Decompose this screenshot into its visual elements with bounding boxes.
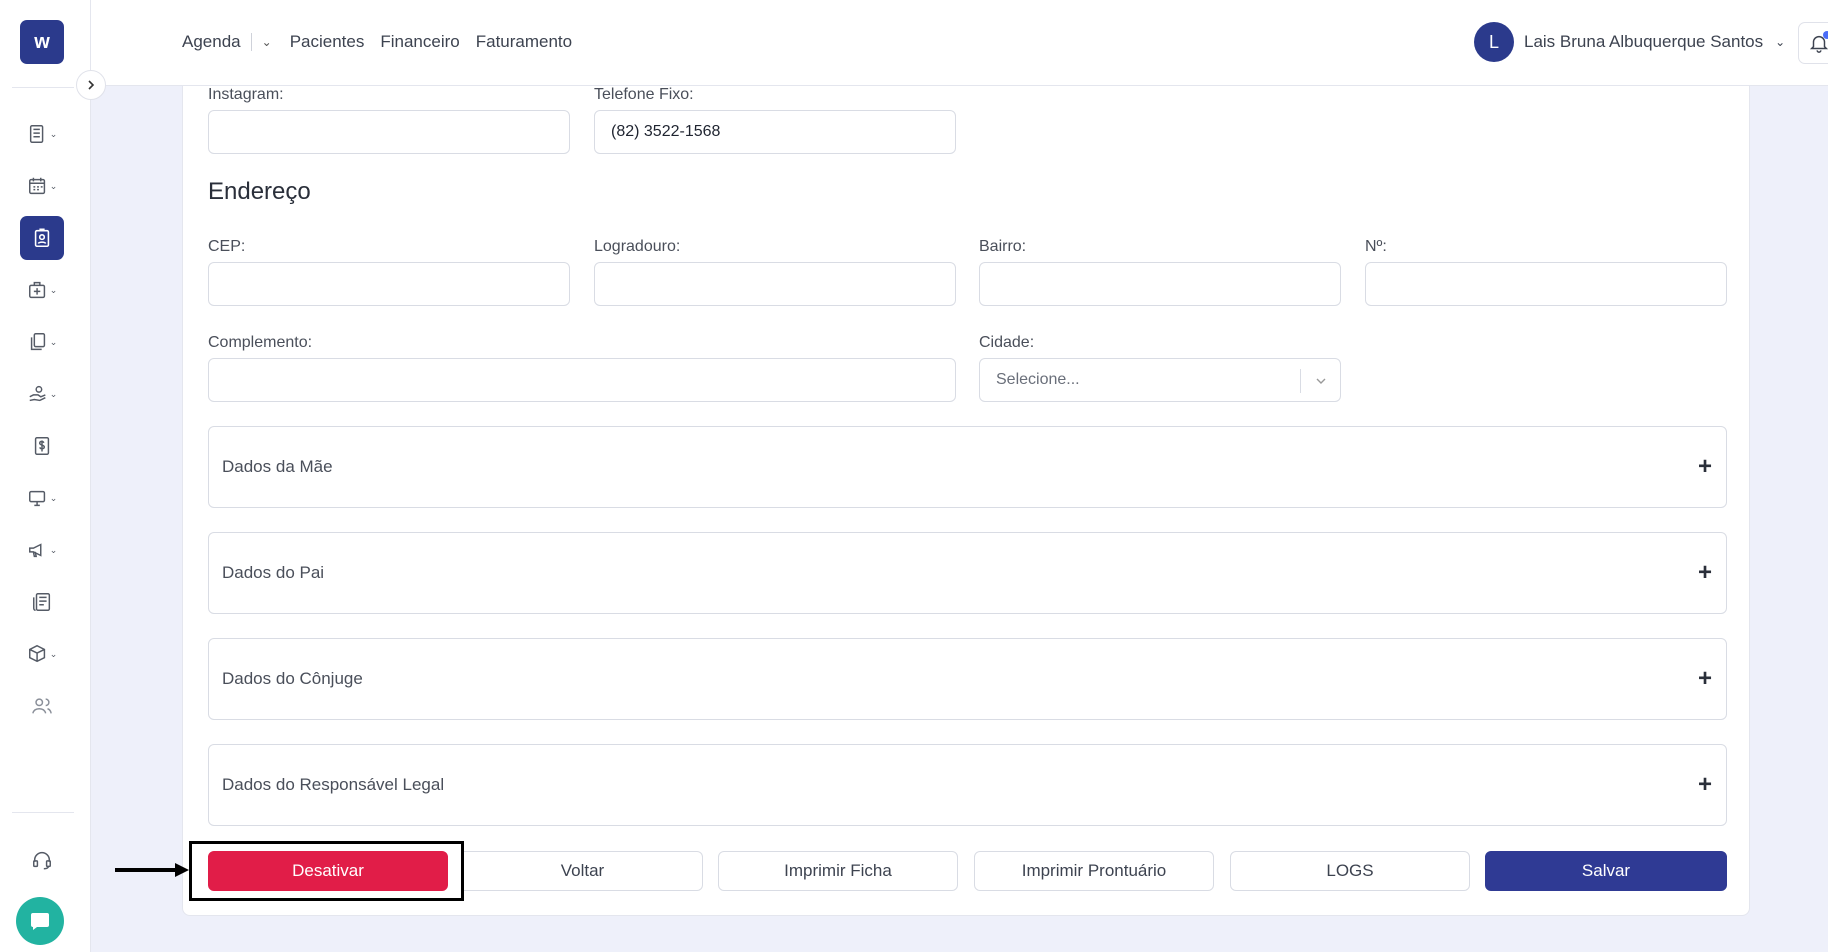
bairro-field[interactable] (979, 262, 1341, 306)
hand-money-icon (29, 385, 46, 402)
nav-financeiro[interactable]: Financeiro (380, 32, 459, 52)
cep-field[interactable] (208, 262, 570, 306)
report-icon (33, 593, 51, 611)
telefone-fixo-label: Telefone Fixo: (594, 86, 694, 103)
sidebar: w ⌄ ⌄ ⌄ ⌄ ⌄ ⌄ ⌄ ⌄ (0, 0, 91, 952)
plus-icon: + (1697, 453, 1712, 480)
sidebar-item-reports[interactable] (20, 580, 64, 624)
sidebar-item-monitor[interactable]: ⌄ (20, 476, 64, 520)
instagram-field[interactable] (208, 110, 570, 154)
top-nav: Agenda ⌄ Pacientes Financeiro Faturament… (182, 32, 588, 52)
notifications-button[interactable] (1798, 22, 1828, 64)
salvar-button[interactable]: Salvar (1485, 851, 1727, 891)
package-icon (28, 644, 45, 663)
telefone-fixo-field[interactable]: (82) 3522-1568 (594, 110, 956, 154)
notification-dot (1823, 31, 1828, 39)
bairro-label: Bairro: (979, 238, 1027, 255)
accordion-title: Dados do Cônjuge (222, 669, 363, 688)
sidebar-item-marketing[interactable]: ⌄ (20, 528, 64, 572)
voltar-button[interactable]: Voltar (463, 851, 703, 891)
patient-form-card: Instagram: Telefone Fixo: (82) 3522-1568… (182, 86, 1750, 916)
chat-icon (31, 913, 49, 930)
nav-agenda[interactable]: Agenda (182, 32, 241, 52)
instagram-label: Instagram: (208, 86, 284, 103)
plus-icon: + (1697, 665, 1712, 692)
sidebar-divider (12, 87, 74, 88)
medical-bag-icon (28, 281, 45, 299)
sidebar-item-patients[interactable] (20, 216, 64, 260)
nav-pacientes[interactable]: Pacientes (290, 32, 365, 52)
chevron-down-icon: ⌄ (1775, 35, 1786, 49)
user-name: Lais Bruna Albuquerque Santos (1524, 32, 1764, 51)
chevron-down-icon[interactable]: ⌄ (262, 35, 272, 49)
top-header: Agenda ⌄ Pacientes Financeiro Faturament… (91, 0, 1828, 86)
sidebar-item-payments[interactable]: ⌄ (20, 372, 64, 416)
cidade-label: Cidade: (979, 334, 1035, 351)
sidebar-divider (12, 812, 74, 813)
accordion-title: Dados da Mãe (222, 457, 333, 476)
sidebar-item-records[interactable]: ⌄ (20, 112, 64, 156)
highlight-box (189, 841, 464, 901)
monitor-icon (28, 490, 45, 507)
chevron-right-icon (88, 80, 95, 90)
patient-card-icon (34, 228, 50, 248)
headset-icon (33, 852, 51, 870)
numero-field[interactable] (1365, 262, 1727, 306)
complemento-field[interactable] (208, 358, 956, 402)
megaphone-icon (28, 543, 42, 558)
arrow-right-icon (115, 863, 189, 877)
logradouro-field[interactable] (594, 262, 956, 306)
sidebar-item-stock[interactable]: ⌄ (20, 632, 64, 676)
cidade-select[interactable]: Selecione... (979, 358, 1341, 402)
chevron-down-icon (1300, 369, 1340, 393)
logs-button[interactable]: LOGS (1230, 851, 1470, 891)
accordion-dados-responsavel[interactable]: Dados do Responsável Legal + (208, 744, 1727, 826)
sidebar-item-medical[interactable]: ⌄ (20, 268, 64, 312)
sidebar-item-users[interactable] (20, 684, 64, 728)
nav-faturamento[interactable]: Faturamento (476, 32, 572, 52)
dollar-icon (34, 437, 50, 455)
records-icon (29, 125, 44, 143)
accordion-title: Dados do Responsável Legal (222, 775, 445, 794)
endereco-title: Endereço (208, 178, 311, 205)
numero-label: Nº: (1365, 238, 1387, 255)
chat-widget-button[interactable] (16, 897, 64, 945)
avatar: L (1474, 22, 1514, 62)
nav-separator (250, 33, 252, 51)
calendar-icon (28, 177, 45, 195)
logradouro-label: Logradouro: (594, 238, 681, 255)
imprimir-ficha-button[interactable]: Imprimir Ficha (718, 851, 958, 891)
plus-icon: + (1697, 771, 1712, 798)
complemento-label: Complemento: (208, 334, 313, 351)
imprimir-prontuario-button[interactable]: Imprimir Prontuário (974, 851, 1214, 891)
sidebar-item-financial[interactable] (20, 424, 64, 468)
accordion-dados-conjuge[interactable]: Dados do Cônjuge + (208, 638, 1727, 720)
app-logo[interactable]: w (20, 20, 64, 64)
cidade-placeholder: Selecione... (996, 371, 1080, 388)
accordion-dados-pai[interactable]: Dados do Pai + (208, 532, 1727, 614)
sidebar-item-support[interactable] (20, 838, 64, 882)
users-icon (32, 698, 52, 714)
user-menu[interactable]: L Lais Bruna Albuquerque Santos ⌄ (1474, 22, 1785, 62)
accordion-dados-mae[interactable]: Dados da Mãe + (208, 426, 1727, 508)
sidebar-item-calendar[interactable]: ⌄ (20, 164, 64, 208)
accordion-title: Dados do Pai (222, 563, 325, 582)
plus-icon: + (1697, 559, 1712, 586)
sidebar-collapse-button[interactable] (76, 70, 106, 100)
sidebar-item-documents[interactable]: ⌄ (20, 320, 64, 364)
documents-icon (30, 333, 45, 351)
cep-label: CEP: (208, 238, 246, 255)
